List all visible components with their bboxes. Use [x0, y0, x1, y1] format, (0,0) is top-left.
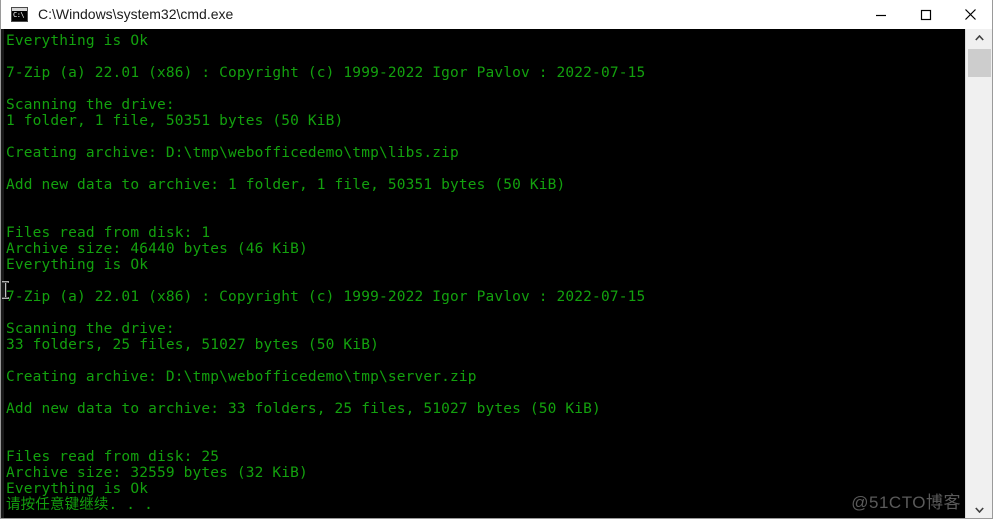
minimize-icon [875, 14, 886, 16]
title-bar[interactable]: C:\ C:\Windows\system32\cmd.exe [0, 0, 993, 29]
console-line: 7-Zip (a) 22.01 (x86) : Copyright (c) 19… [6, 289, 646, 305]
console-line: Files read from disk: 25 [6, 449, 220, 465]
console-line: Files read from disk: 1 [6, 225, 211, 241]
console-line: Scanning the drive: [6, 321, 175, 337]
console-line: 33 folders, 25 files, 51027 bytes (50 Ki… [6, 337, 379, 353]
window-title: C:\Windows\system32\cmd.exe [38, 6, 234, 22]
console-line: Archive size: 46440 bytes (46 KiB) [6, 241, 308, 257]
console-line: 1 folder, 1 file, 50351 bytes (50 KiB) [6, 113, 344, 129]
scrollbar-down-button[interactable] [966, 501, 993, 519]
maximize-icon [920, 9, 931, 20]
window-controls [858, 0, 993, 29]
close-button[interactable] [948, 0, 993, 29]
console-line: Everything is Ok [6, 33, 149, 49]
scrollbar-thumb[interactable] [968, 49, 991, 77]
close-icon [965, 9, 976, 20]
title-bar-left-group: C:\ C:\Windows\system32\cmd.exe [0, 0, 233, 29]
scrollbar-track[interactable] [966, 47, 993, 501]
console-line: Archive size: 32559 bytes (32 KiB) [6, 465, 308, 481]
maximize-button[interactable] [903, 0, 948, 29]
minimize-button[interactable] [858, 0, 903, 29]
scrollbar-up-button[interactable] [966, 29, 993, 47]
console-line: Everything is Ok [6, 481, 149, 497]
console-output-area[interactable]: Everything is Ok 7-Zip (a) 22.01 (x86) :… [0, 29, 993, 519]
chevron-up-icon [975, 35, 984, 41]
vertical-scrollbar[interactable] [965, 29, 993, 519]
cmd-console-icon: C:\ [11, 7, 28, 22]
console-line: Add new data to archive: 1 folder, 1 fil… [6, 177, 566, 193]
console-line: Everything is Ok [6, 257, 149, 273]
cmd-icon-prompt-glyph: C:\ [13, 11, 25, 19]
console-line: Creating archive: D:\tmp\webofficedemo\t… [6, 145, 459, 161]
console-line: Add new data to archive: 33 folders, 25 … [6, 401, 601, 417]
console-line: 7-Zip (a) 22.01 (x86) : Copyright (c) 19… [6, 65, 646, 81]
chevron-down-icon [975, 507, 984, 513]
console-line: Scanning the drive: [6, 97, 175, 113]
console-line: 请按任意键继续. . . [6, 497, 153, 513]
cmd-window: C:\ C:\Windows\system32\cmd.exe Everythi… [0, 0, 993, 519]
console-text-block: Everything is Ok 7-Zip (a) 22.01 (x86) :… [0, 29, 645, 513]
console-line: Creating archive: D:\tmp\webofficedemo\t… [6, 369, 477, 385]
